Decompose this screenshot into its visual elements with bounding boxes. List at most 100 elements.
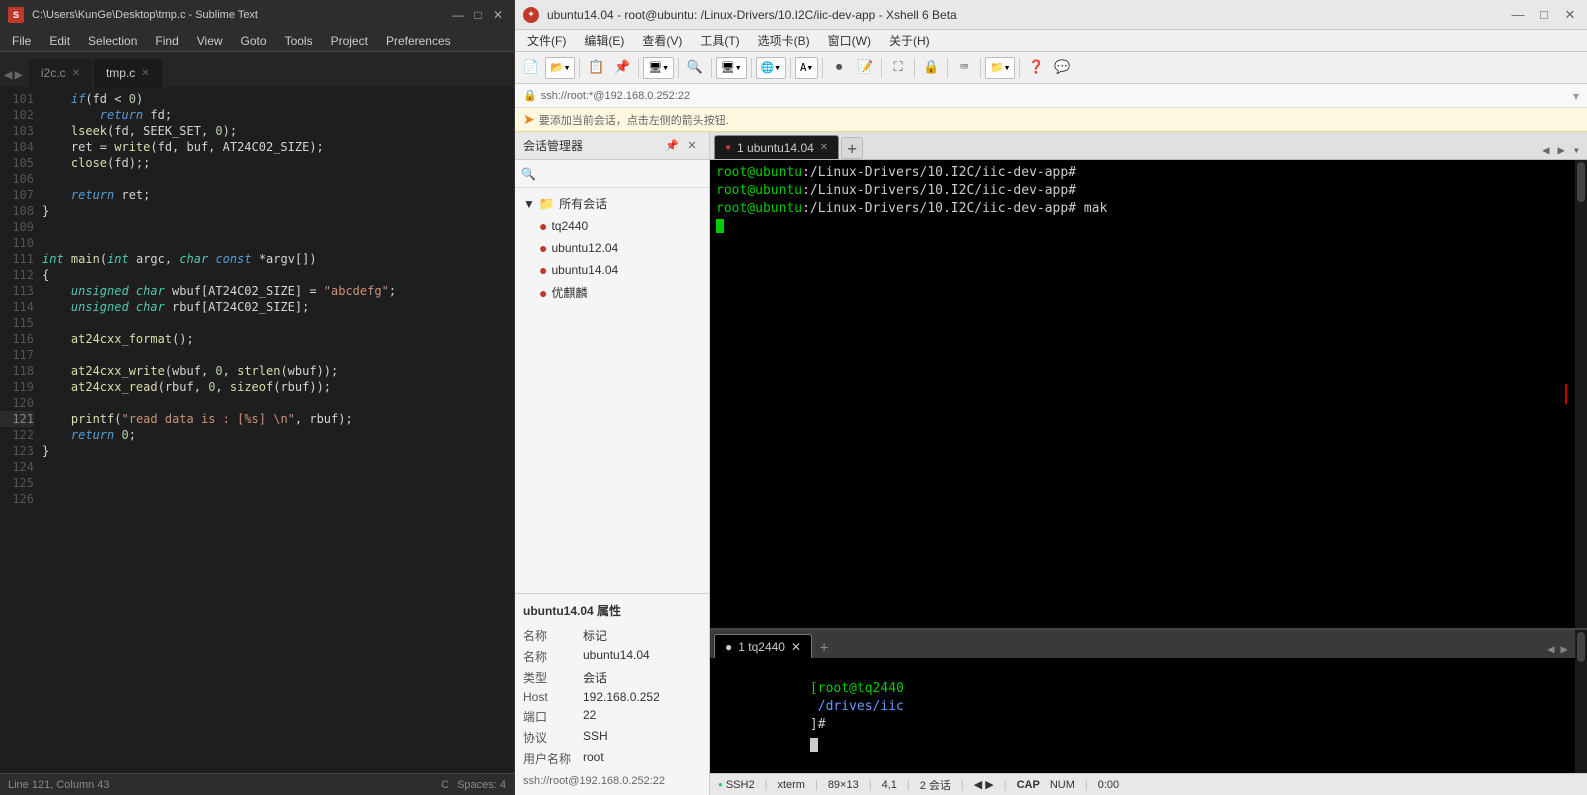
tab-tmpc[interactable]: tmp.c ✕ bbox=[94, 59, 162, 87]
toolbar-script[interactable]: 📝 bbox=[853, 56, 877, 80]
bottom-add-tab[interactable]: + bbox=[814, 638, 834, 658]
menu-edit[interactable]: Edit bbox=[41, 32, 78, 50]
toolbar-sep-5 bbox=[751, 58, 752, 78]
sublime-close-button[interactable]: ✕ bbox=[490, 7, 506, 23]
code-content[interactable]: if(fd < 0) return fd; lseek(fd, SEEK_SET… bbox=[38, 87, 514, 773]
session-all-folder[interactable]: ▼ 📁 所有会话 bbox=[515, 192, 709, 215]
session-item-tq2440[interactable]: ● tq2440 bbox=[515, 215, 709, 237]
info-arrow-icon: ➤ bbox=[523, 111, 535, 128]
sublime-menubar: File Edit Selection Find View Goto Tools… bbox=[0, 30, 514, 52]
xshell-menu-window[interactable]: 窗口(W) bbox=[820, 30, 879, 51]
bottom-tab-label: 1 tq2440 bbox=[738, 640, 785, 654]
toolbar-screen-dropdown[interactable]: 🖥▾ bbox=[716, 57, 747, 79]
nav-next-arrow[interactable]: ▶ bbox=[985, 778, 993, 791]
session-search-input[interactable] bbox=[540, 167, 703, 181]
terminal-scrollbar-top[interactable] bbox=[1575, 160, 1587, 628]
session-item-ubuntu1404[interactable]: ● ubuntu14.04 bbox=[515, 259, 709, 281]
sidebar-pin-btn[interactable]: 📌 bbox=[663, 137, 681, 155]
toolbar-sep-6 bbox=[790, 58, 791, 78]
menu-find[interactable]: Find bbox=[147, 32, 186, 50]
toolbar-paste[interactable]: 📌 bbox=[610, 56, 634, 80]
status-sep-6: | bbox=[1004, 779, 1007, 791]
bottom-tab-prev[interactable]: ◀ bbox=[1545, 640, 1556, 658]
status-sep-7: | bbox=[1085, 779, 1088, 791]
session-label-youqilin: 优麒麟 bbox=[551, 284, 587, 301]
toolbar-record[interactable]: ⏺ bbox=[827, 56, 851, 80]
bottom-terminal-line-1: [root@tq2440 /drives/iic ]# bbox=[716, 662, 1581, 770]
status-num: NUM bbox=[1050, 779, 1075, 791]
bottom-tab-close[interactable]: ✕ bbox=[791, 640, 801, 654]
menu-file[interactable]: File bbox=[4, 32, 39, 50]
tab-next-arrow[interactable]: ▶ bbox=[14, 67, 22, 83]
xshell-maximize-button[interactable]: □ bbox=[1535, 6, 1553, 24]
toolbar-keyboard[interactable]: ⌨ bbox=[952, 56, 976, 80]
session-item-ubuntu1204[interactable]: ● ubuntu12.04 bbox=[515, 237, 709, 259]
terminal-tab-prev[interactable]: ◀ bbox=[1539, 141, 1552, 159]
toolbar-lock[interactable]: 🔒 bbox=[919, 56, 943, 80]
nav-prev-arrow[interactable]: ◀ bbox=[974, 778, 982, 791]
prop-label-host: Host bbox=[523, 690, 583, 704]
xshell-menu-file[interactable]: 文件(F) bbox=[519, 30, 574, 51]
tab-prev-arrow[interactable]: ◀ bbox=[4, 67, 12, 83]
terminal-tab-ubuntu-close[interactable]: ✕ bbox=[820, 142, 828, 153]
prop-value-username: root bbox=[583, 750, 701, 767]
toolbar-zoom-out[interactable]: 🔍 bbox=[683, 56, 707, 80]
xshell-minimize-button[interactable]: — bbox=[1509, 6, 1527, 24]
toolbar-open-dropdown[interactable]: 📂▾ bbox=[545, 57, 575, 79]
sidebar-close-btn[interactable]: ✕ bbox=[683, 137, 701, 155]
menu-goto[interactable]: Goto bbox=[233, 32, 275, 50]
toolbar-new-session[interactable]: 📄 bbox=[519, 56, 543, 80]
toolbar-help[interactable]: ❓ bbox=[1024, 56, 1048, 80]
toolbar-globe-dropdown[interactable]: 🌐▾ bbox=[756, 57, 786, 79]
address-text: ssh://root:*@192.168.0.252:22 bbox=[541, 90, 690, 102]
toolbar-fullscreen[interactable]: ⛶ bbox=[886, 56, 910, 80]
session-dot-youqilin: ● bbox=[539, 285, 547, 301]
bottom-tab-next[interactable]: ▶ bbox=[1559, 640, 1570, 658]
session-label-ubuntu1204: ubuntu12.04 bbox=[551, 241, 618, 255]
address-expand-icon[interactable]: ▾ bbox=[1573, 89, 1579, 103]
menu-view[interactable]: View bbox=[189, 32, 231, 50]
menu-tools[interactable]: Tools bbox=[277, 32, 321, 50]
xshell-menu-edit[interactable]: 编辑(E) bbox=[576, 30, 632, 51]
prop-row-port: 端口 22 bbox=[523, 706, 701, 727]
terminal-tab-menu[interactable]: ▾ bbox=[1570, 141, 1583, 159]
terminal-panes: root@ubuntu:/Linux-Drivers/10.I2C/iic-de… bbox=[710, 160, 1587, 773]
terminal-pane-tq2440[interactable]: ● 1 tq2440 ✕ + ◀ ▶ ▾ [root@tq2440 bbox=[710, 628, 1587, 773]
prop-label-protocol: 协议 bbox=[523, 729, 583, 746]
tab-i2c-close[interactable]: ✕ bbox=[72, 68, 80, 79]
session-manager-header: 会话管理器 📌 ✕ bbox=[515, 132, 709, 160]
xshell-menu-view[interactable]: 查看(V) bbox=[634, 30, 690, 51]
add-terminal-tab-button[interactable]: + bbox=[841, 137, 863, 159]
sublime-window-controls: — □ ✕ bbox=[450, 7, 506, 23]
xshell-menu-help[interactable]: 关于(H) bbox=[881, 30, 938, 51]
toolbar-sep-4 bbox=[711, 58, 712, 78]
menu-preferences[interactable]: Preferences bbox=[378, 32, 459, 50]
code-editor-area[interactable]: 101 102 103 104 105 106 107 108 109 110 … bbox=[0, 87, 514, 773]
terminal-bottom-tab-tq2440[interactable]: ● 1 tq2440 ✕ bbox=[714, 634, 812, 658]
terminal-tab-next[interactable]: ▶ bbox=[1555, 141, 1568, 159]
xshell-menu-tabs[interactable]: 选项卡(B) bbox=[750, 30, 818, 51]
toolbar-copy[interactable]: 📋 bbox=[584, 56, 608, 80]
xshell-close-button[interactable]: ✕ bbox=[1561, 6, 1579, 24]
menu-project[interactable]: Project bbox=[323, 32, 376, 50]
toolbar-chat[interactable]: 💬 bbox=[1050, 56, 1074, 80]
terminal-scrollbar-bottom[interactable] bbox=[1575, 630, 1587, 773]
sublime-minimize-button[interactable]: — bbox=[450, 7, 466, 23]
xshell-toolbar: 📄 📂▾ 📋 📌 🖥▾ 🔍 🖥▾ 🌐▾ A▾ ⏺ 📝 ⛶ 🔒 ⌨ 📁▾ ❓ 💬 bbox=[515, 52, 1587, 84]
status-green-dot: ● bbox=[718, 780, 723, 789]
toolbar-connect-dropdown[interactable]: 🖥▾ bbox=[643, 57, 674, 79]
prop-value-port: 22 bbox=[583, 708, 701, 725]
toolbar-transfer-dropdown[interactable]: 📁▾ bbox=[985, 57, 1015, 79]
menu-selection[interactable]: Selection bbox=[80, 32, 145, 50]
scrollbar-thumb-bottom[interactable] bbox=[1577, 632, 1585, 662]
sublime-maximize-button[interactable]: □ bbox=[470, 7, 486, 23]
tab-i2c[interactable]: i2c.c ✕ bbox=[29, 59, 92, 87]
scrollbar-thumb-top[interactable] bbox=[1577, 162, 1585, 202]
terminal-pane-ubuntu[interactable]: root@ubuntu:/Linux-Drivers/10.I2C/iic-de… bbox=[710, 160, 1587, 628]
terminal-tab-ubuntu1404[interactable]: ● 1 ubuntu14.04 ✕ bbox=[714, 135, 839, 159]
tab-tmpc-close[interactable]: ✕ bbox=[141, 68, 149, 79]
toolbar-font-dropdown[interactable]: A▾ bbox=[795, 57, 818, 79]
xshell-menu-tools[interactable]: 工具(T) bbox=[692, 30, 747, 51]
toolbar-sep-3 bbox=[678, 58, 679, 78]
session-item-youqilin[interactable]: ● 优麒麟 bbox=[515, 281, 709, 304]
